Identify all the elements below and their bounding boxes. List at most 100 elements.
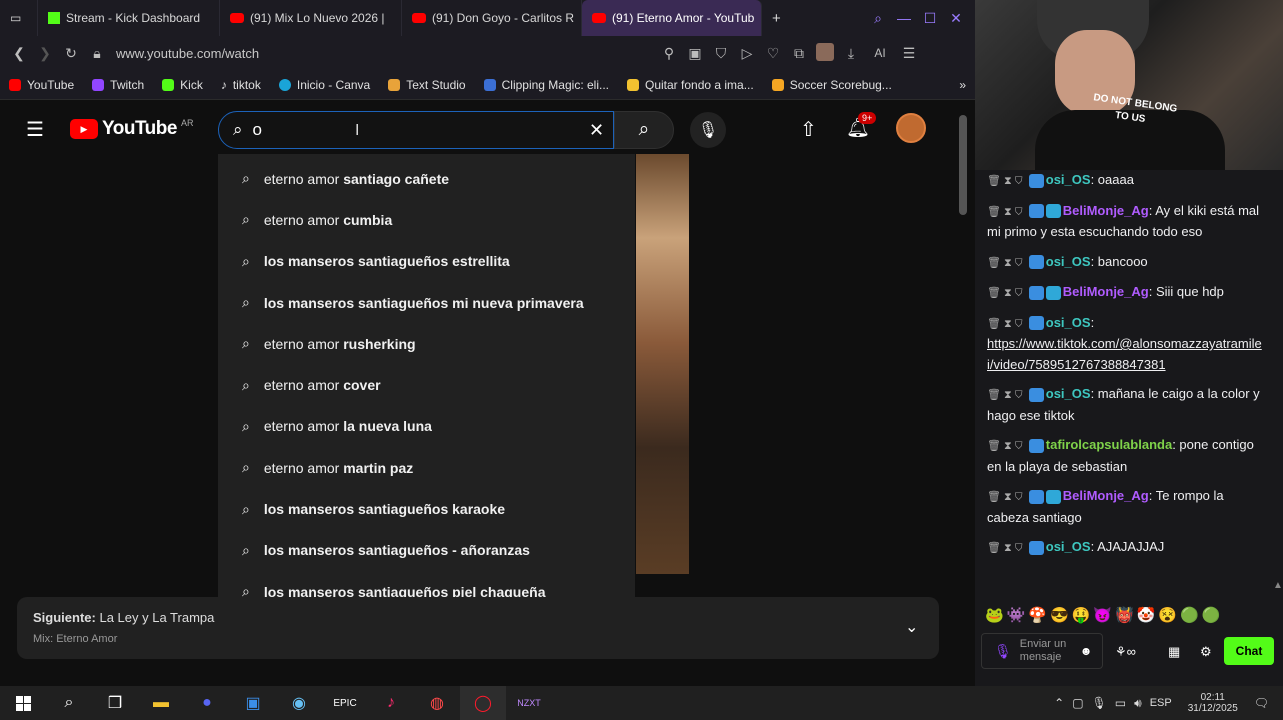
new-tab-button[interactable]: + — [762, 0, 788, 36]
send-chat-button[interactable]: Chat — [1224, 637, 1274, 665]
reload-icon[interactable]: ↻ — [58, 45, 84, 62]
moderator-badges-icon[interactable]: 🗑︎ ⧗ ⛉ — [987, 287, 1026, 299]
chevron-up-icon[interactable]: ⌃ — [1054, 696, 1064, 710]
chat-link[interactable]: https://www.tiktok.com/@alonsomazzayatra… — [987, 336, 1262, 372]
hamburger-menu-icon[interactable]: ☰ — [26, 117, 44, 142]
search-button[interactable]: ⌕ — [614, 111, 674, 149]
gift-icon[interactable]: ▦ — [1168, 644, 1180, 660]
chat-username[interactable]: osi_OS — [1046, 539, 1091, 554]
bookmark-text-studio[interactable]: Text Studio — [379, 78, 474, 92]
url-bar[interactable]: www.youtube.com/watch — [116, 46, 656, 61]
youtube-logo[interactable]: ▶ YouTube AR — [70, 118, 193, 140]
chat-username[interactable]: BeliMonje_Ag — [1063, 284, 1149, 299]
bookmark-clipping-magic[interactable]: Clipping Magic: eli... — [475, 78, 618, 92]
pin-icon[interactable]: ⚲ — [656, 45, 682, 62]
emote-bar[interactable]: 🐸👾🍄😎🤑😈👹🤡😵🟢🟢 — [985, 606, 1223, 624]
suggestion-item[interactable]: ⌕ eterno amor rusherking — [218, 323, 635, 364]
chat-username[interactable]: osi_OS — [1046, 315, 1091, 330]
forward-icon[interactable]: ❯ — [32, 45, 58, 62]
download-icon[interactable]: ⤓ — [838, 45, 864, 62]
network-icon[interactable]: ▭ — [1115, 696, 1126, 710]
bookmark-youtube[interactable]: YouTube — [0, 78, 83, 92]
chat-username[interactable]: tafirolcapsulablanda — [1046, 437, 1172, 452]
opera-icon[interactable]: ◯ — [460, 686, 506, 720]
moderator-badges-icon[interactable]: 🗑︎ ⧗ ⛉ — [987, 542, 1026, 554]
bookmark-soccer-scorebug[interactable]: Soccer Scorebug... — [763, 78, 901, 92]
clock[interactable]: 02:11 31/12/2025 — [1188, 692, 1238, 714]
steam-icon[interactable]: ◉ — [276, 686, 322, 720]
extensions-icon[interactable]: ⧉ — [786, 45, 812, 62]
windows-start-icon[interactable] — [0, 686, 46, 720]
chat-username[interactable]: BeliMonje_Ag — [1063, 203, 1149, 218]
bookmark-tiktok[interactable]: ♪ tiktok — [212, 78, 270, 92]
chat-input[interactable]: 🎙︎ Enviar un mensaje ☻ — [981, 633, 1103, 669]
store-icon[interactable]: ▣ — [230, 686, 276, 720]
shield-icon[interactable]: ⛉ — [708, 45, 734, 62]
bookmark-kick[interactable]: Kick — [153, 78, 212, 92]
suggestion-item[interactable]: ⌕ eterno amor cover — [218, 364, 635, 405]
moderator-badges-icon[interactable]: 🗑︎ ⧗ ⛉ — [987, 318, 1026, 330]
task-view-icon[interactable]: ❒ — [92, 686, 138, 720]
search-icon[interactable]: ⌕ — [46, 686, 92, 720]
chevron-down-icon[interactable]: ⌄ — [905, 617, 918, 637]
heart-icon[interactable]: ♡ — [760, 45, 786, 62]
moderator-badges-icon[interactable]: 🗑︎ ⧗ ⛉ — [987, 491, 1026, 503]
chat-username[interactable]: osi_OS — [1046, 254, 1091, 269]
close-icon[interactable]: ✕ — [943, 10, 969, 27]
minimize-icon[interactable]: — — [891, 10, 917, 26]
avatar[interactable] — [896, 113, 926, 143]
scrollbar-thumb[interactable] — [959, 115, 967, 215]
bookmark-twitch[interactable]: Twitch — [83, 78, 153, 92]
search-icon[interactable]: ⌕ — [865, 10, 891, 27]
suggestion-item[interactable]: ⌕ eterno amor santiago cañete — [218, 158, 635, 199]
tab-eterno-amor[interactable]: (91) Eterno Amor - YouTub — [582, 0, 762, 36]
video-player[interactable] — [636, 154, 689, 574]
suggestion-item[interactable]: ⌕ eterno amor cumbia — [218, 199, 635, 240]
back-icon[interactable]: ❮ — [6, 45, 32, 62]
language-indicator[interactable]: ESP — [1150, 697, 1172, 709]
scroll-up-icon[interactable]: ▲ — [1273, 580, 1283, 591]
bookmark-quitar-fondo[interactable]: Quitar fondo a ima... — [618, 78, 763, 92]
search-box[interactable]: ⌕ o I ✕ — [218, 111, 614, 149]
tiktok-live-icon[interactable]: ♪ — [368, 686, 414, 720]
moderator-badges-icon[interactable]: 🗑︎ ⧗ ⛉ — [987, 175, 1026, 187]
moderator-badges-icon[interactable]: 🗑︎ ⧗ ⛉ — [987, 389, 1026, 401]
menu-icon[interactable]: ☰ — [896, 45, 922, 62]
volume-icon[interactable]: 🔊︎ — [1134, 696, 1142, 711]
page-scrollbar[interactable] — [955, 101, 975, 686]
search-input[interactable]: o — [253, 120, 262, 140]
suggestion-item[interactable]: ⌕ los manseros santiagueños karaoke — [218, 488, 635, 529]
discord-icon[interactable]: ● — [184, 686, 230, 720]
tab-mix-lo-nuevo[interactable]: (91) Mix Lo Nuevo 2026 | — [220, 0, 402, 36]
chat-username[interactable]: BeliMonje_Ag — [1063, 488, 1149, 503]
microphone-icon[interactable]: 🎙︎ — [1092, 696, 1107, 710]
chat-username[interactable]: osi_OS — [1046, 386, 1091, 401]
maximize-icon[interactable]: ☐ — [917, 10, 943, 27]
tab-kick-dashboard[interactable]: Stream - Kick Dashboard — [38, 0, 220, 36]
notifications-icon[interactable]: 🔔︎ 9+ — [846, 112, 877, 140]
microphone-icon[interactable]: 🎙︎ — [994, 643, 1012, 660]
moderator-badges-icon[interactable]: 🗑︎ ⧗ ⛉ — [987, 440, 1026, 452]
suggestion-item[interactable]: ⌕ los manseros santiagueños estrellita — [218, 241, 635, 282]
next-up-bar[interactable]: Siguiente: La Ley y La Trampa Mix: Etern… — [17, 597, 939, 659]
epic-games-icon[interactable]: EPIC — [322, 686, 368, 720]
bookmarks-overflow-icon[interactable]: » — [950, 78, 975, 92]
upload-icon[interactable]: ⇧ — [800, 117, 817, 142]
microphone-icon[interactable]: 🎙︎ — [690, 112, 726, 148]
tab-don-goyo[interactable]: (91) Don Goyo - Carlitos R — [402, 0, 582, 36]
tab-menu-icon[interactable]: ▭ — [0, 0, 38, 36]
channel-points-icon[interactable]: ⚘∞ — [1115, 644, 1136, 660]
settings-icon[interactable]: ⚙ — [1200, 644, 1212, 660]
obs-icon[interactable]: ◍ — [414, 686, 460, 720]
camera-icon[interactable]: ▢ — [1072, 696, 1083, 710]
suggestion-item[interactable]: ⌕ eterno amor la nueva luna — [218, 406, 635, 447]
moderator-badges-icon[interactable]: 🗑︎ ⧗ ⛉ — [987, 257, 1026, 269]
notifications-icon[interactable]: 🗨︎ — [1254, 696, 1269, 710]
ai-button[interactable]: AI — [864, 46, 896, 60]
screenshot-icon[interactable]: ▣ — [682, 45, 708, 62]
suggestion-item[interactable]: ⌕ los manseros santiagueños mi nueva prim… — [218, 282, 635, 323]
suggestion-item[interactable]: ⌕ eterno amor martin paz — [218, 447, 635, 488]
profile-icon[interactable] — [812, 42, 838, 64]
play-icon[interactable]: ▷ — [734, 45, 760, 62]
nzxt-icon[interactable]: NZXT — [506, 686, 552, 720]
